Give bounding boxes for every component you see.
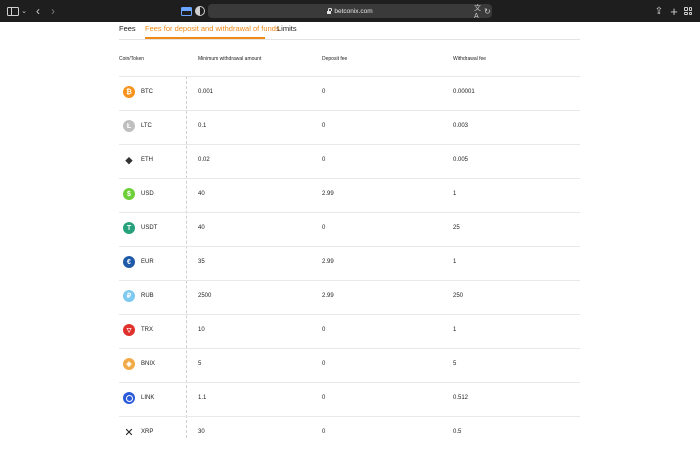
share-icon[interactable]: ⇪ bbox=[654, 0, 664, 22]
deposit-fee: 0 bbox=[322, 123, 326, 129]
reload-icon[interactable]: ↻ bbox=[484, 4, 492, 18]
coin-symbol: BNIX bbox=[141, 361, 156, 367]
deposit-fee: 0 bbox=[322, 395, 326, 401]
deposit-fee: 0 bbox=[322, 327, 326, 333]
table-row: € EUR 35 2.99 1 bbox=[119, 246, 580, 280]
tabs-grid-icon[interactable] bbox=[683, 0, 693, 22]
table-row: ✕ XRP 30 0 0.5 bbox=[119, 416, 580, 450]
min-withdrawal: 2500 bbox=[198, 293, 212, 299]
min-withdrawal: 30 bbox=[198, 429, 205, 435]
litecoin-icon: Ł bbox=[123, 120, 135, 132]
lock-icon bbox=[327, 8, 332, 14]
table-row: ₽ RUB 2500 2.99 250 bbox=[119, 280, 580, 314]
withdrawal-fee: 0.512 bbox=[453, 395, 469, 401]
withdrawal-fee: 5 bbox=[453, 361, 457, 367]
header-coin-token: Coin/Token bbox=[119, 56, 145, 62]
coin-symbol: USD bbox=[141, 191, 154, 197]
dollar-icon: $ bbox=[123, 188, 135, 200]
min-withdrawal: 0.02 bbox=[198, 157, 210, 163]
coin-symbol: RUB bbox=[141, 293, 154, 299]
url-display[interactable]: betconix.com bbox=[208, 4, 492, 18]
withdrawal-fee: 0.005 bbox=[453, 157, 469, 163]
coin-symbol: EUR bbox=[141, 259, 154, 265]
min-withdrawal: 35 bbox=[198, 259, 205, 265]
table-row: ◆ ETH 0.02 0 0.005 bbox=[119, 144, 580, 178]
withdrawal-fee: 0.00001 bbox=[453, 89, 475, 95]
withdrawal-fee: 0.5 bbox=[453, 429, 462, 435]
deposit-fee: 2.99 bbox=[322, 293, 334, 299]
back-icon[interactable]: ‹ bbox=[33, 0, 43, 22]
ethereum-icon: ◆ bbox=[125, 154, 133, 165]
bnix-icon: ◈ bbox=[123, 358, 135, 370]
translate-icon[interactable]: 文A bbox=[474, 4, 484, 20]
tab-overview-icon[interactable] bbox=[180, 0, 192, 22]
deposit-fee: 0 bbox=[322, 429, 326, 435]
table-row: Ł LTC 0.1 0 0.003 bbox=[119, 110, 580, 144]
table-row: $ USD 40 2.99 1 bbox=[119, 178, 580, 212]
coin-symbol: LTC bbox=[141, 123, 152, 129]
coin-symbol: USDT bbox=[141, 225, 158, 231]
forward-icon[interactable]: › bbox=[48, 0, 58, 22]
min-withdrawal: 5 bbox=[198, 361, 202, 367]
chevron-down-icon[interactable]: ⌄ bbox=[20, 0, 28, 22]
tron-icon: ▽ bbox=[123, 324, 135, 336]
tab-deposit-withdrawal-fees[interactable]: Fees for deposit and withdrawal of funds bbox=[145, 24, 280, 33]
euro-icon: € bbox=[123, 256, 135, 268]
deposit-fee: 0 bbox=[322, 89, 326, 95]
table-row: T USDT 40 0 25 bbox=[119, 212, 580, 246]
withdrawal-fee: 0.003 bbox=[453, 123, 469, 129]
min-withdrawal: 40 bbox=[198, 225, 205, 231]
header-withdrawal-fee: Withdrawal fee bbox=[453, 56, 487, 62]
deposit-fee: 0 bbox=[322, 361, 326, 367]
withdrawal-fee: 1 bbox=[453, 327, 457, 333]
coin-symbol: TRX bbox=[141, 327, 153, 333]
deposit-fee: 0 bbox=[322, 225, 326, 231]
min-withdrawal: 40 bbox=[198, 191, 205, 197]
xrp-icon: ✕ bbox=[124, 426, 134, 439]
browser-toolbar: ⌄ ‹ › betconix.com 文A ↻ ⇪ + bbox=[0, 0, 700, 22]
url-text: betconix.com bbox=[334, 7, 373, 15]
coin-symbol: ETH bbox=[141, 157, 153, 163]
tab-limits[interactable]: Limits bbox=[277, 24, 297, 33]
chainlink-icon bbox=[123, 392, 135, 404]
coin-symbol: XRP bbox=[141, 429, 154, 435]
sidebar-icon[interactable] bbox=[7, 0, 19, 22]
fee-tabs: Fees Fees for deposit and withdrawal of … bbox=[119, 22, 580, 40]
tab-fees[interactable]: Fees bbox=[119, 24, 136, 33]
min-withdrawal: 10 bbox=[198, 327, 205, 333]
min-withdrawal: 0.001 bbox=[198, 89, 214, 95]
min-withdrawal: 0.1 bbox=[198, 123, 207, 129]
withdrawal-fee: 1 bbox=[453, 259, 457, 265]
address-bar[interactable]: betconix.com bbox=[208, 4, 492, 18]
withdrawal-fee: 250 bbox=[453, 293, 464, 299]
coin-symbol: BTC bbox=[141, 89, 153, 95]
header-deposit-fee: Deposit fee bbox=[322, 56, 348, 62]
deposit-fee: 0 bbox=[322, 157, 326, 163]
coin-symbol: LINK bbox=[141, 395, 155, 401]
withdrawal-fee: 1 bbox=[453, 191, 457, 197]
bitcoin-icon: ₿ bbox=[123, 86, 135, 98]
withdrawal-fee: 25 bbox=[453, 225, 460, 231]
table-row: ◈ BNIX 5 0 5 bbox=[119, 348, 580, 382]
new-tab-icon[interactable]: + bbox=[669, 0, 679, 22]
table-row: ₿ BTC 0.001 0 0.00001 bbox=[119, 76, 580, 110]
header-min-withdrawal: Minimum withdrawal amount bbox=[198, 56, 262, 62]
deposit-fee: 2.99 bbox=[322, 191, 334, 197]
active-tab-underline bbox=[145, 37, 265, 39]
tether-icon: T bbox=[123, 222, 135, 234]
privacy-icon[interactable] bbox=[195, 0, 205, 22]
deposit-fee: 2.99 bbox=[322, 259, 334, 265]
table-row: LINK 1.1 0 0.512 bbox=[119, 382, 580, 416]
ruble-icon: ₽ bbox=[123, 290, 135, 302]
min-withdrawal: 1.1 bbox=[198, 395, 207, 401]
table-row: ▽ TRX 10 0 1 bbox=[119, 314, 580, 348]
